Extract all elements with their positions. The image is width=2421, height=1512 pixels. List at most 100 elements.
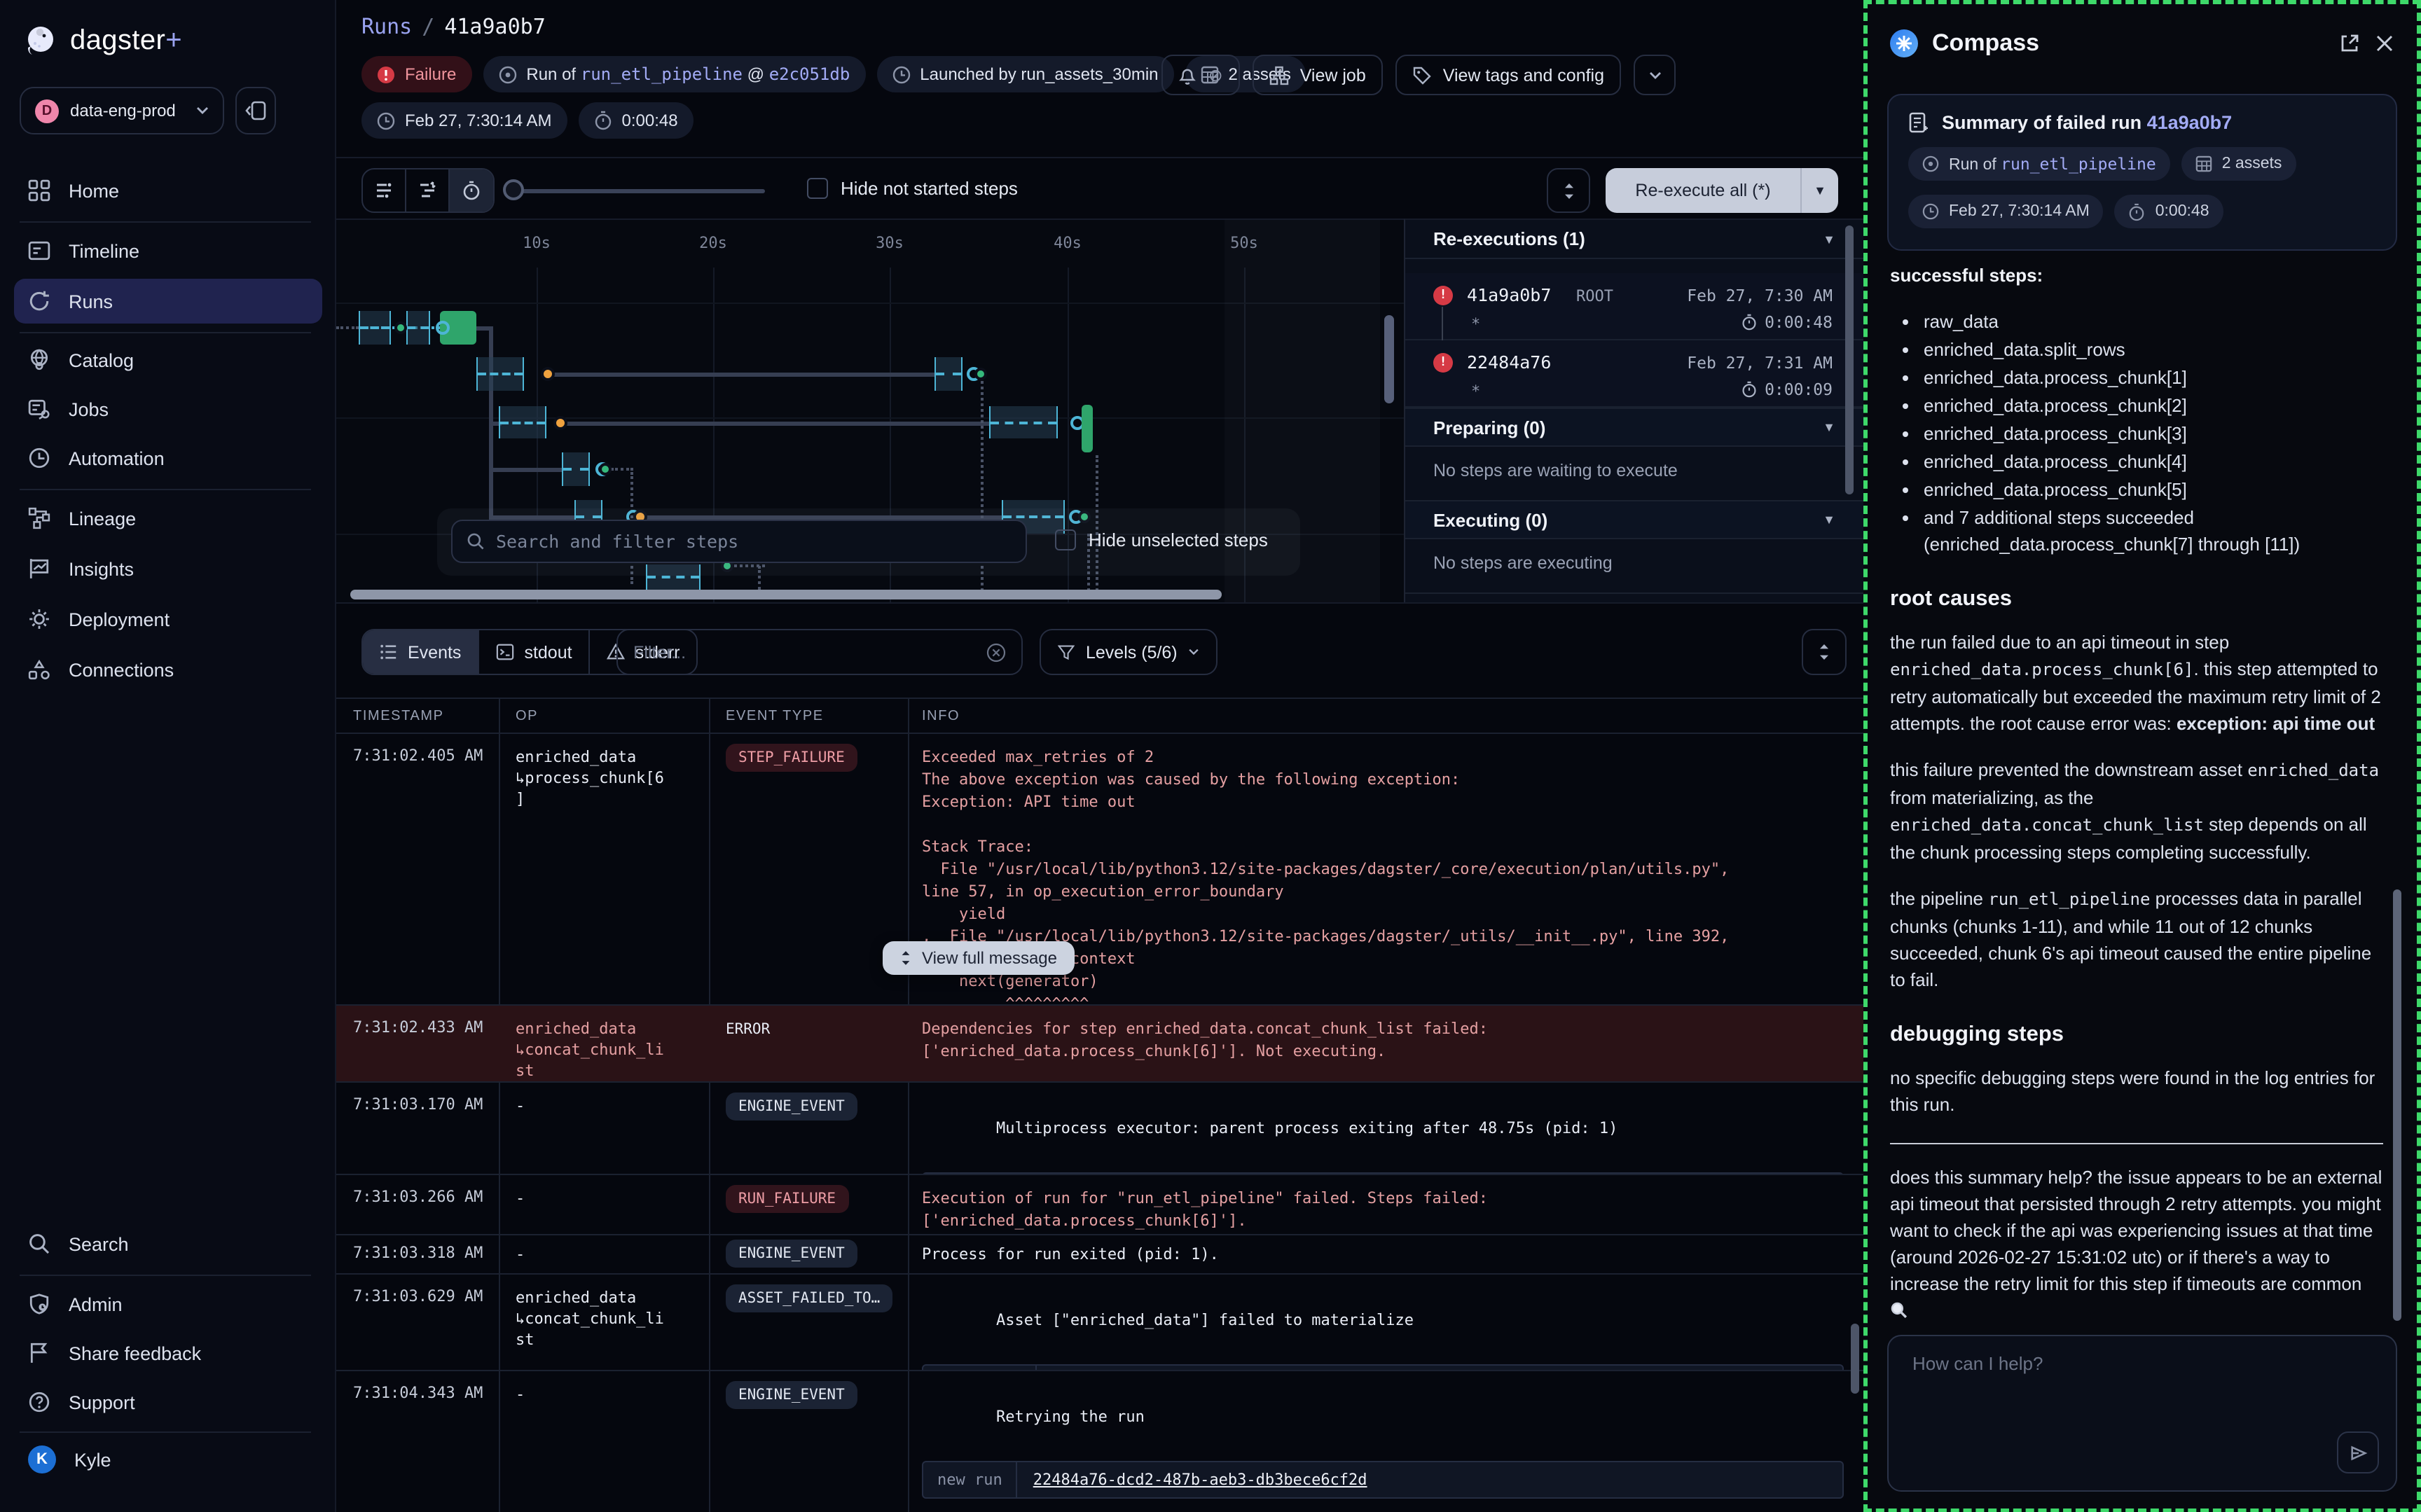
commit-link[interactable]: e2c051db — [769, 64, 850, 84]
gantt-step-bar[interactable] — [562, 452, 590, 486]
event-timestamp: 7:31:03.318 AM — [353, 1244, 483, 1262]
summary-run-chip[interactable]: Run of run_etl_pipeline — [1908, 147, 2170, 181]
sidebar-item-runs[interactable]: Runs — [14, 279, 322, 324]
sidebar-item-admin[interactable]: Admin — [14, 1282, 322, 1326]
sidebar-item-share-feedback[interactable]: Share feedback — [14, 1331, 322, 1375]
log-filter-input[interactable]: Filter... — [616, 629, 1023, 675]
event-row-asset-failed[interactable]: 7:31:03.629 AM enriched_data↳concat_chun… — [336, 1275, 1863, 1371]
target-icon — [498, 65, 516, 83]
event-row-engine[interactable]: 7:31:03.170 AM - ENGINE_EVENT Multiproce… — [336, 1083, 1863, 1175]
events-scrollbar[interactable] — [1851, 1324, 1859, 1394]
successful-steps-list: raw_data enriched_data.split_rows enrich… — [1890, 308, 2383, 557]
event-op[interactable]: enriched_data — [516, 1289, 636, 1307]
zoom-slider-track[interactable] — [513, 189, 765, 193]
sidebar-item-automation[interactable]: Automation — [14, 436, 322, 480]
log-filter-placeholder: Filter... — [633, 642, 686, 662]
compass-summary-body: successful steps: raw_data enriched_data… — [1890, 262, 2383, 1343]
view-full-message-button[interactable]: View full message — [883, 941, 1074, 975]
event-row-engine[interactable]: 7:31:03.318 AM - ENGINE_EVENT Process fo… — [336, 1235, 1863, 1275]
dagster-logo[interactable]: dagster+ — [22, 22, 182, 59]
compass-scrollbar[interactable] — [2393, 889, 2401, 1321]
sidebar-item-search[interactable]: Search — [14, 1221, 322, 1266]
gantt-step-bar[interactable] — [499, 406, 546, 438]
gantt-step-bar[interactable] — [934, 357, 963, 391]
event-row-step-failure[interactable]: 7:31:02.405 AM enriched_data↳process_chu… — [336, 734, 1863, 1006]
preparing-section-header[interactable]: Preparing (0)▼ — [1405, 408, 1863, 447]
run-id[interactable]: 41a9a0b7 — [1467, 284, 1551, 305]
gantt-chart[interactable]: 10s 20s 30s 40s 50s — [336, 219, 1404, 602]
breadcrumb-runs-link[interactable]: Runs — [361, 14, 412, 39]
tab-events[interactable]: Events — [363, 630, 479, 674]
start-time-tag: Feb 27, 7:30:14 AM — [361, 102, 567, 139]
gantt-step-bar-success[interactable] — [1082, 405, 1093, 452]
executing-section-header[interactable]: Executing (0)▼ — [1405, 500, 1863, 539]
compass-chat-input[interactable]: How can I help? — [1887, 1335, 2397, 1492]
hide-unselected-checkbox[interactable] — [1055, 529, 1076, 550]
sidebar-item-support[interactable]: Support — [14, 1380, 322, 1424]
summary-assets-chip[interactable]: 2 assets — [2181, 147, 2296, 181]
new-run-link[interactable]: 22484a76-dcd2-487b-aeb3-db3bece6cf2d — [1033, 1469, 1367, 1491]
run-id[interactable]: 22484a76 — [1467, 352, 1551, 373]
run-of-tag[interactable]: Run of run_etl_pipeline @ e2c051db — [483, 56, 865, 92]
reexec-scrollbar[interactable] — [1845, 226, 1854, 494]
view-mode-timed-button[interactable] — [450, 169, 493, 211]
sidebar-item-catalog[interactable]: Catalog — [14, 338, 322, 382]
clear-filter-icon[interactable] — [986, 642, 1006, 662]
sidebar-divider — [20, 1275, 311, 1276]
hide-not-started-control[interactable]: Hide not started steps — [807, 178, 1018, 199]
sidebar-item-insights[interactable]: Insights — [14, 546, 322, 591]
reexecutions-header[interactable]: Re-executions (1)▼ — [1405, 220, 1863, 259]
funnel-icon — [1058, 644, 1075, 660]
collapse-sidebar-button[interactable] — [235, 87, 276, 134]
sidebar-item-connections[interactable]: Connections — [14, 647, 322, 692]
launched-by-tag[interactable]: Launched by run_assets_30min — [876, 56, 1173, 92]
sidebar-item-lineage[interactable]: Lineage — [14, 496, 322, 541]
send-message-button[interactable] — [2337, 1431, 2379, 1473]
sidebar-item-deployment[interactable]: Deployment — [14, 597, 322, 641]
hide-unselected-control[interactable]: Hide unselected steps — [1055, 529, 1268, 550]
pipeline-link[interactable]: run_etl_pipeline — [581, 64, 743, 84]
sidebar-item-jobs[interactable]: Jobs — [14, 387, 322, 431]
col-info: INFO — [922, 709, 960, 724]
event-timestamp: 7:31:03.170 AM — [353, 1095, 483, 1114]
sidebar-item-timeline[interactable]: Timeline — [14, 228, 322, 273]
summary-card-title: Summary of failed run 41a9a0b7 — [1908, 112, 2376, 133]
workspace-selector[interactable]: D data-eng-prod — [20, 87, 224, 134]
view-job-button[interactable]: View job — [1253, 55, 1383, 95]
gantt-horizontal-scrollbar[interactable] — [350, 590, 1222, 599]
view-tags-config-button[interactable]: View tags and config — [1395, 55, 1621, 95]
gantt-step-bar[interactable] — [359, 311, 391, 345]
hide-not-started-checkbox[interactable] — [807, 178, 828, 199]
gantt-vertical-scrollbar[interactable] — [1384, 315, 1394, 403]
pipeline-link[interactable]: run_etl_pipeline — [2001, 154, 2156, 174]
open-in-new-icon[interactable] — [2338, 32, 2361, 55]
alerts-button[interactable]: ⊘ — [1162, 55, 1240, 95]
tab-stdout[interactable]: stdout — [479, 630, 590, 674]
view-mode-flat-button[interactable] — [363, 169, 406, 211]
more-actions-button[interactable] — [1634, 55, 1676, 95]
summary-run-id[interactable]: 41a9a0b7 — [2147, 112, 2233, 133]
reexecute-all-button[interactable]: Re-execute all (*) ▼ — [1606, 168, 1838, 213]
event-row-error[interactable]: 7:31:02.433 AM enriched_data↳concat_chun… — [336, 1006, 1863, 1083]
event-op[interactable]: enriched_data — [516, 1020, 636, 1038]
reexec-run-row[interactable]: ! 22484a76 Feb 27, 7:31 AM * 0:00:09 — [1405, 340, 1863, 408]
event-timestamp: 7:31:04.343 AM — [353, 1384, 483, 1402]
zoom-slider-handle[interactable] — [503, 179, 524, 200]
levels-filter-button[interactable]: Levels (5/6) — [1040, 629, 1218, 675]
sidebar-item-home[interactable]: Home — [14, 168, 322, 213]
dependency-line — [548, 373, 934, 376]
reexec-run-row[interactable]: ! 41a9a0b7 ROOT Feb 27, 7:30 AM * 0:00:4… — [1405, 273, 1863, 340]
gantt-step-bar[interactable] — [989, 406, 1058, 438]
gantt-step-bar[interactable] — [406, 311, 430, 345]
gantt-step-bar[interactable] — [476, 357, 524, 391]
event-row-retry[interactable]: 7:31:04.343 AM - ENGINE_EVENT Retrying t… — [336, 1371, 1863, 1512]
event-op[interactable]: enriched_data — [516, 748, 636, 766]
step-search-input[interactable]: Search and filter steps — [451, 520, 1027, 563]
close-icon[interactable] — [2375, 34, 2394, 53]
reexecute-options-caret[interactable]: ▼ — [1802, 183, 1838, 197]
sidebar-user-menu[interactable]: K Kyle — [14, 1437, 322, 1482]
events-sort-button[interactable] — [1802, 629, 1847, 675]
reexec-sort-button[interactable] — [1547, 168, 1590, 213]
event-row-run-failure[interactable]: 7:31:03.266 AM - RUN_FAILURE Execution o… — [336, 1175, 1863, 1235]
view-mode-waterfall-button[interactable] — [406, 169, 450, 211]
